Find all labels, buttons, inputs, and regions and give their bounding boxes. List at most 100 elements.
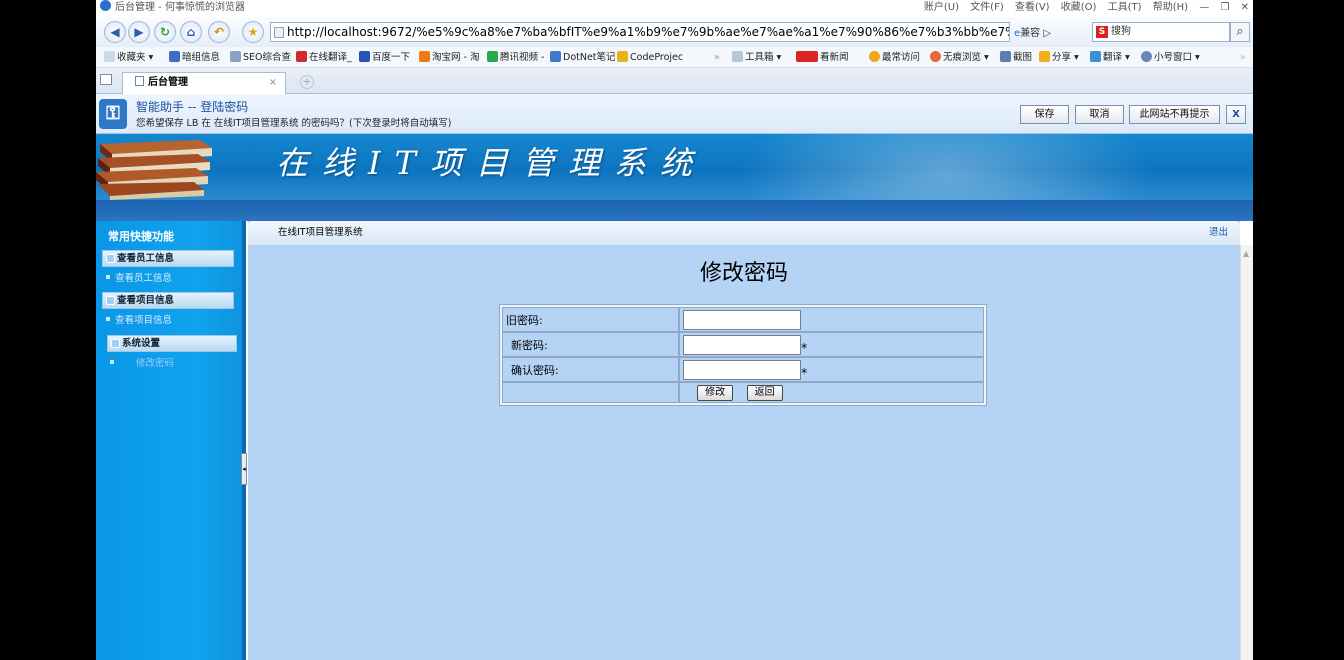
home-icon[interactable]: ⌂ (180, 21, 202, 43)
menu-favorites[interactable]: 收藏(O) (1061, 2, 1097, 13)
confirm-password-field[interactable] (683, 359, 802, 380)
most-visited-button[interactable]: 最常访问 (869, 47, 920, 68)
toolbar-overflow-icon[interactable]: » (1240, 47, 1246, 68)
fav-icon (169, 51, 180, 62)
back-button[interactable]: 返回 (746, 384, 783, 401)
fav-item[interactable]: SEO综合查 (230, 47, 291, 68)
logout-link[interactable]: 退出 (1209, 221, 1228, 245)
sidebar-section-employee[interactable]: 查看员工信息 (102, 250, 234, 267)
menu-file[interactable]: 文件(F) (970, 2, 1004, 13)
form-cell (502, 382, 680, 403)
form-cell: * (679, 357, 984, 382)
browser-logo-icon (100, 0, 111, 11)
share-icon (1039, 51, 1050, 62)
translate-menu[interactable]: 翻译 ▾ (1090, 47, 1130, 68)
fav-item[interactable]: DotNet笔记 (550, 47, 616, 68)
url-input[interactable]: http://localhost:9672/%e5%9c%a8%e7%ba%bf… (270, 22, 1010, 42)
new-password-field[interactable] (683, 334, 802, 355)
fav-item[interactable]: 腾讯视频 - (487, 47, 544, 68)
sidebar-section-project[interactable]: 查看项目信息 (102, 292, 234, 309)
fav-item[interactable]: CodeProjec (617, 47, 683, 68)
minimize-button[interactable]: — (1199, 2, 1209, 13)
sogou-icon: S (1096, 26, 1108, 38)
sidebar-link-view-employees[interactable]: 查看员工信息 (106, 272, 172, 286)
fav-icon (359, 51, 370, 62)
app-header: 在线IT项目管理系统 (96, 134, 1253, 200)
sidebar-link-change-password[interactable]: 修改密码 (110, 357, 174, 371)
form-actions: 修改 返回 (679, 382, 984, 403)
news-button[interactable]: 看新闻 (796, 47, 849, 68)
search-input[interactable]: S 搜狗 (1092, 22, 1230, 42)
fav-item[interactable]: 在线翻译_ (296, 47, 352, 68)
menu-view[interactable]: 查看(V) (1015, 2, 1050, 13)
collapse-arrow-icon[interactable]: ◂ (241, 453, 247, 485)
fav-icon (296, 51, 307, 62)
never-ask-button[interactable]: 此网站不再提示 (1129, 105, 1220, 124)
toolbox-icon (732, 51, 743, 62)
menu-help[interactable]: 帮助(H) (1153, 2, 1188, 13)
fav-icon (230, 51, 241, 62)
toolbox-menu[interactable]: 工具箱 ▾ (732, 47, 781, 68)
fav-label: 收藏夹 ▾ (117, 52, 154, 63)
submit-button[interactable]: 修改 (697, 384, 734, 401)
fav-item[interactable]: 淘宝网 - 淘 (419, 47, 479, 68)
fav-icon (550, 51, 561, 62)
sidebar: 常用快捷功能 查看员工信息 查看员工信息 查看项目信息 查看项目信息 系统设置 … (96, 221, 242, 660)
folder-icon (106, 254, 115, 263)
favorites-bar: 收藏夹 ▾ 暗组信息 SEO综合查 在线翻译_ 百度一下 淘宝网 - 淘 腾讯视… (96, 47, 1253, 68)
title-bar: 后台管理 - 何事惊慌的浏览器 账户(U) 文件(F) 查看(V) 收藏(O) … (96, 0, 1253, 17)
incognito-menu[interactable]: 无痕浏览 ▾ (930, 47, 989, 68)
scroll-up-icon[interactable]: ▲ (1243, 249, 1249, 258)
form-row: 确认密码: * (502, 357, 984, 382)
bookmark-star-icon[interactable]: ★ (242, 21, 264, 43)
search-text: 搜狗 (1111, 26, 1131, 37)
fav-item[interactable]: 暗组信息 (169, 47, 220, 68)
fav-label: 淘宝网 - 淘 (432, 52, 480, 63)
restore-button[interactable]: ❐ (1220, 2, 1229, 13)
alt-window-menu[interactable]: 小号窗口 ▾ (1141, 47, 1200, 68)
tab-bar: 后台管理 × + (96, 68, 1253, 94)
page-icon (135, 76, 144, 86)
helper-close-button[interactable]: X (1226, 105, 1246, 124)
refresh-icon[interactable]: ↻ (154, 21, 176, 43)
tab-label: 后台管理 (148, 77, 188, 88)
key-icon: ⚿ (99, 99, 127, 129)
books-logo (96, 140, 212, 200)
sidebar-section-settings[interactable]: 系统设置 (107, 335, 237, 352)
sidebar-toggle-icon[interactable] (100, 74, 112, 85)
cancel-button[interactable]: 取消 (1075, 105, 1124, 124)
sidebar-title: 常用快捷功能 (108, 230, 174, 243)
compat-label: 兼容 (1020, 28, 1041, 39)
form-cell (679, 307, 984, 332)
fav-icon (617, 51, 628, 62)
tool-label: 翻译 ▾ (1103, 52, 1130, 63)
close-window-button[interactable]: ✕ (1241, 2, 1249, 13)
sidebar-splitter[interactable] (242, 221, 246, 660)
fav-label: SEO综合查 (243, 52, 292, 63)
sidebar-link-view-projects[interactable]: 查看项目信息 (106, 314, 172, 328)
favorites-icon (104, 51, 115, 62)
share-menu[interactable]: 分享 ▾ (1039, 47, 1079, 68)
section-title: 查看员工信息 (117, 253, 175, 264)
old-password-field[interactable] (683, 309, 802, 330)
menu-account[interactable]: 账户(U) (924, 2, 959, 13)
vertical-scrollbar[interactable]: ▲ (1240, 245, 1253, 660)
screenshot-button[interactable]: 截图 (1000, 47, 1032, 68)
compat-mode-button[interactable]: e兼容 ▷ (1014, 24, 1051, 39)
forward-arrow-icon[interactable]: ▶ (128, 21, 150, 43)
new-tab-icon[interactable]: + (300, 75, 314, 89)
tab-close-icon[interactable]: × (269, 73, 277, 93)
favorites-menu[interactable]: 收藏夹 ▾ (104, 47, 153, 68)
fav-label: DotNet笔记 (563, 52, 616, 63)
fav-overflow-icon[interactable]: » (714, 47, 720, 68)
search-icon[interactable]: ⌕ (1230, 22, 1250, 42)
undo-close-icon[interactable]: ↶ (208, 21, 230, 43)
tab-admin[interactable]: 后台管理 × (122, 72, 286, 94)
window-title: 后台管理 - 何事惊慌的浏览器 (115, 2, 245, 13)
incognito-icon (930, 51, 941, 62)
fav-item[interactable]: 百度一下 (359, 47, 410, 68)
save-password-button[interactable]: 保存 (1020, 105, 1069, 124)
menu-tools[interactable]: 工具(T) (1108, 2, 1142, 13)
fav-label: 在线翻译_ (309, 52, 352, 63)
back-arrow-icon[interactable]: ◀ (104, 21, 126, 43)
